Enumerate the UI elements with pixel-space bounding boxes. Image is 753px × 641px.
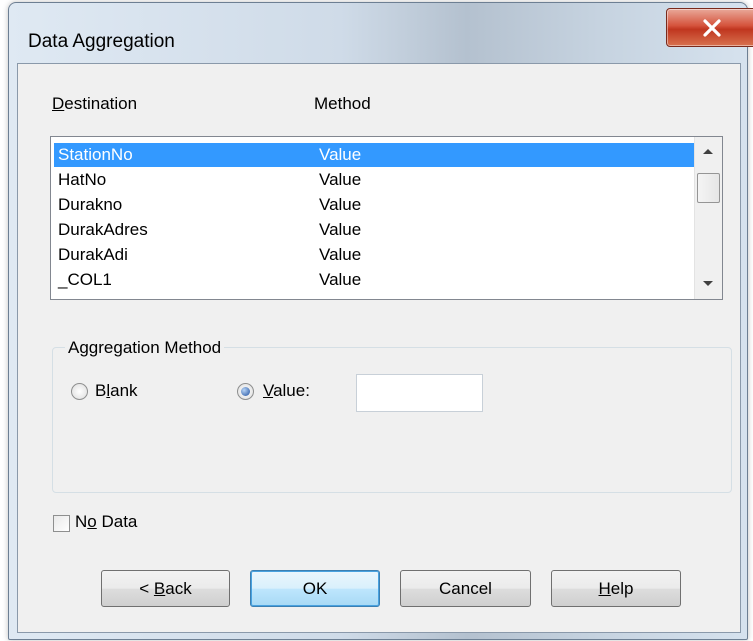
scroll-thumb[interactable]	[697, 173, 720, 203]
blank-radio-label[interactable]: Blank	[95, 381, 138, 401]
list-item[interactable]: HatNo Value	[54, 168, 694, 192]
scroll-down-arrow-icon[interactable]	[703, 281, 713, 286]
list-item[interactable]: DurakAdi Value	[54, 243, 694, 267]
help-button[interactable]: Help	[551, 570, 681, 607]
list-item[interactable]: _COL1 Value	[54, 268, 694, 292]
radio-selected-dot-icon	[241, 387, 250, 396]
dialog-title: Data Aggregation	[28, 31, 175, 52]
value-radio-label[interactable]: Value:	[263, 381, 310, 401]
value-input[interactable]	[356, 374, 483, 412]
ok-button[interactable]: OK	[250, 570, 380, 607]
cancel-button[interactable]: Cancel	[400, 570, 531, 607]
method-column-header: Method	[314, 94, 371, 113]
close-icon	[702, 18, 721, 37]
list-vertical-scrollbar[interactable]	[694, 137, 722, 299]
aggregation-method-group	[52, 347, 732, 493]
no-data-label[interactable]: No Data	[75, 512, 137, 532]
list-item[interactable]: DurakAdres Value	[54, 218, 694, 242]
destination-listbox[interactable]: StationNo Value HatNo Value Durakno Valu…	[50, 136, 723, 300]
aggregation-method-label: Aggregation Method	[65, 338, 225, 358]
close-button[interactable]	[666, 8, 753, 47]
list-item[interactable]: StationNo Value	[54, 143, 694, 167]
blank-radio[interactable]	[71, 383, 88, 400]
back-button[interactable]: < Back	[101, 570, 230, 607]
scroll-up-arrow-icon[interactable]	[703, 149, 713, 154]
value-radio[interactable]	[237, 383, 254, 400]
destination-column-header: Destination	[52, 94, 138, 113]
list-item[interactable]: Durakno Value	[54, 193, 694, 217]
no-data-checkbox[interactable]	[53, 515, 70, 532]
